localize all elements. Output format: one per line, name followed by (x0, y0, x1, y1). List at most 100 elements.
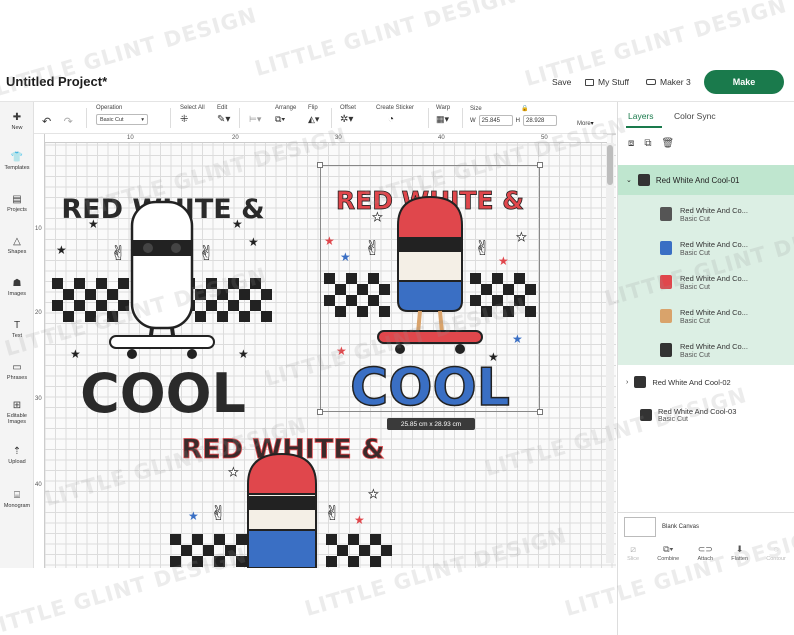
sidebar-item-upload[interactable]: ⇡ Upload (0, 446, 34, 465)
operation-value: Basic Cut (100, 116, 124, 123)
flatten-button[interactable]: ⬇ Flatten (731, 544, 748, 570)
flip-icon[interactable]: ◭▾ (308, 114, 319, 125)
artwork-word: COOL (80, 362, 246, 420)
sidebar-label: Images (7, 291, 27, 297)
offset-icon[interactable]: ✲▾ (340, 114, 353, 125)
contour-button[interactable]: ◌ Contour (766, 544, 786, 570)
layer-row[interactable]: Red White And Co... Basic Cut (618, 231, 794, 265)
warp-group: Warp ▦▾ (436, 105, 450, 125)
resize-handle[interactable] (317, 409, 323, 415)
width-input[interactable]: 25.845 (478, 115, 513, 126)
svg-text:★: ★ (188, 509, 199, 523)
svg-text:★: ★ (238, 347, 249, 361)
monogram-icon: ⌸ (14, 490, 20, 501)
group-icon[interactable]: ⧈ (628, 138, 634, 149)
tab-layers[interactable]: Layers (628, 111, 654, 121)
sidebar-label: Projects (7, 207, 27, 213)
layer-row[interactable]: Red White And Co... Basic Cut (618, 333, 794, 367)
sidebar-item-projects[interactable]: ▤ Projects (0, 194, 34, 213)
layer-row[interactable]: Red White And Co... Basic Cut (618, 265, 794, 299)
chevron-right-icon[interactable]: › (626, 379, 628, 386)
contour-icon: ◌ (773, 544, 779, 554)
sticker-icon[interactable]: ◔ (388, 114, 394, 125)
flip-group: Flip ◭▾ (308, 105, 319, 125)
flatten-icon: ⬇ (735, 544, 744, 554)
sidebar-item-phrases[interactable]: ▭ Phrases (0, 362, 34, 381)
sidebar-item-new[interactable]: ✚ New (0, 112, 34, 131)
layer-thumbnail-icon (660, 275, 672, 289)
svg-text:★: ★ (70, 347, 81, 361)
sidebar-item-text[interactable]: T Text (0, 320, 34, 339)
left-sidebar: ✚ New 👕 Templates ▤ Projects △ Shapes ☗ … (0, 102, 34, 568)
select-all-icon[interactable]: ⁜ (180, 114, 188, 125)
attach-button[interactable]: ⊂⊃ Attach (697, 544, 713, 570)
align-icon[interactable]: ⊨▾ (249, 114, 261, 125)
slice-button[interactable]: ⧄ Slice (627, 544, 639, 570)
edit-toolbar: ↶ ↷ Operation Basic Cut ▾ Select All ⁜ E… (34, 102, 616, 134)
layer-thumbnail-icon (660, 241, 672, 255)
selectall-label: Select All (180, 105, 205, 111)
svg-text:★: ★ (228, 465, 239, 479)
chevron-down-icon[interactable]: ⌄ (626, 176, 632, 184)
sidebar-label: Editable Images (7, 413, 27, 425)
create-sticker-group: Create Sticker ◔ (376, 105, 414, 125)
artwork-color-bottom[interactable]: RED WHITE & ✌ ✌ ★ ★ ★ ★ (168, 420, 398, 568)
selection-box[interactable] (317, 162, 543, 415)
layer-group-header[interactable]: ⌄ Red White And Cool-01 (618, 165, 794, 195)
duplicate-icon[interactable]: ⧉ (644, 138, 651, 149)
resize-handle[interactable] (537, 162, 543, 168)
sidebar-item-images[interactable]: ☗ Images (0, 278, 34, 297)
artwork-bw[interactable]: RED WHITE & ✌ ✌ ★★★★★★ COOL (48, 170, 278, 420)
sidebar-label: Upload (8, 459, 26, 465)
edit-label: Edit (217, 105, 228, 111)
sidebar-label: Templates (4, 165, 30, 171)
edit-icon[interactable]: ✎▾ (217, 114, 230, 125)
layer-row[interactable]: Red White And Co... Basic Cut (618, 197, 794, 231)
more-button[interactable]: More▾ (577, 112, 594, 130)
undo-redo: ↶ ↷ (42, 112, 73, 130)
sidebar-item-shapes[interactable]: △ Shapes (0, 236, 34, 255)
canvas-swatch (624, 516, 656, 537)
save-button[interactable]: Save (552, 77, 571, 87)
svg-text:★: ★ (368, 487, 379, 501)
operation-label: Operation (96, 105, 123, 111)
machine-selector[interactable]: Maker 3 (646, 77, 691, 87)
height-input[interactable]: 28.928 (523, 115, 558, 126)
sidebar-item-monogram[interactable]: ⌸ Monogram (0, 490, 34, 509)
edit-group: Edit ✎▾ (217, 105, 230, 125)
operation-select[interactable]: Basic Cut ▾ (96, 114, 148, 125)
delete-icon[interactable]: 🗑 (662, 138, 675, 149)
size-group: Size 🔒 W 25.845 H 28.928 (470, 105, 558, 126)
svg-text:★: ★ (56, 243, 67, 257)
project-title[interactable]: Untitled Project* (6, 74, 107, 89)
svg-text:★: ★ (232, 217, 243, 231)
resize-handle[interactable] (317, 162, 323, 168)
layer-thumbnail-icon (634, 376, 647, 388)
layer-thumbnail-icon (660, 207, 672, 221)
layer-group-03[interactable]: Red White And Cool-03 Basic Cut (618, 398, 794, 432)
undo-icon[interactable]: ↶ (42, 116, 51, 128)
canvas-scrollbar[interactable] (606, 143, 614, 563)
redo-icon[interactable]: ↷ (64, 116, 73, 128)
layer-row[interactable]: Red White And Co... Basic Cut (618, 299, 794, 333)
layer-group-02[interactable]: › Red White And Cool-02 (618, 367, 794, 397)
warp-icon[interactable]: ▦▾ (436, 114, 449, 125)
shapes-icon: △ (13, 236, 21, 247)
resize-handle[interactable] (537, 409, 543, 415)
make-button[interactable]: Make (704, 70, 784, 94)
sidebar-item-editable-images[interactable]: ⊞ Editable Images (0, 400, 34, 425)
arrange-icon[interactable]: ⧉▾ (275, 114, 285, 125)
slice-icon: ⧄ (630, 544, 636, 554)
lock-icon[interactable]: 🔒 (521, 106, 528, 112)
sidebar-item-templates[interactable]: 👕 Templates (0, 152, 34, 171)
sidebar-label: Shapes (7, 249, 27, 255)
text-icon: T (13, 320, 21, 331)
blank-canvas-row[interactable]: Blank Canvas (618, 512, 794, 540)
layer-actions: ⧈ ⧉ 🗑 (628, 138, 674, 149)
tab-color-sync[interactable]: Color Sync (674, 111, 716, 121)
combine-button[interactable]: ⧉▾ Combine (657, 544, 679, 570)
layer-group-01[interactable]: ⌄ Red White And Cool-01 Red White And Co… (618, 165, 794, 365)
blank-canvas-label: Blank Canvas (662, 523, 700, 530)
mystuff-button[interactable]: My Stuff (585, 77, 629, 87)
ruler-top: 10 20 30 40 50 (45, 134, 607, 143)
